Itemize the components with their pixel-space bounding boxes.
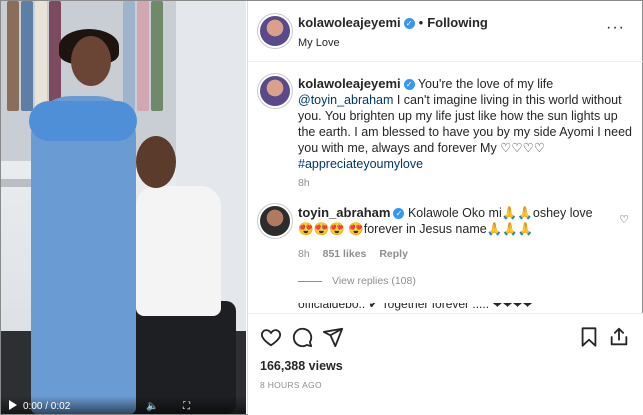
upload-share-icon[interactable] <box>608 326 630 348</box>
comment-reply-button[interactable]: Reply <box>379 248 408 260</box>
post-panel: kolawoleajeyemi ✓ • Following My Love ··· k… <box>247 1 643 415</box>
view-replies-label: View replies (108) <box>332 275 416 287</box>
hanging-cloth <box>21 1 33 111</box>
caption-hashtag[interactable]: #appreciateyoumylove <box>298 157 423 171</box>
volume-icon[interactable]: 🔈 <box>146 401 158 412</box>
comment-likes[interactable]: 851 likes <box>323 248 367 260</box>
comment-text: toyin_abraham ✓ Kolawole Oko mi🙏🙏oshey lo… <box>298 205 608 237</box>
instagram-post-window: 0:00 / 0:02 🔈 ⛶ kolawoleajeyemi ✓ • Followi… <box>0 0 643 415</box>
video-time: 0:00 / 0:02 <box>23 401 71 412</box>
caption-text: kolawoleajeyemi ✓ You're the love of my l… <box>298 76 633 172</box>
comment-age[interactable]: 8h <box>298 248 310 260</box>
view-count[interactable]: 166,388 views <box>260 359 343 373</box>
fullscreen-icon[interactable]: ⛶ <box>183 401 190 412</box>
dress-ruffle <box>29 101 137 141</box>
header-username[interactable]: kolawoleajeyemi <box>298 15 401 30</box>
like-heart-icon[interactable] <box>260 326 282 348</box>
avatar[interactable] <box>260 16 290 46</box>
post-actions: 166,388 views 8 HOURS AGO <box>248 313 643 415</box>
caption-username[interactable]: kolawoleajeyemi <box>298 76 401 91</box>
post-video[interactable]: 0:00 / 0:02 🔈 ⛶ <box>1 1 246 414</box>
hanging-cloth <box>35 1 47 111</box>
hanging-cloth <box>7 1 19 111</box>
verified-icon: ✓ <box>393 208 405 220</box>
posted-time: 8 HOURS AGO <box>260 380 322 390</box>
man-figure-shirt <box>136 186 221 316</box>
caption-mention[interactable]: @toyin_abraham <box>298 93 393 107</box>
header-user: kolawoleajeyemi ✓ • Following <box>298 15 488 30</box>
hanging-cloth <box>151 1 163 111</box>
comment-bubble-icon[interactable] <box>291 326 313 348</box>
view-replies-button[interactable]: View replies (108) <box>298 275 416 287</box>
hanging-cloth <box>137 1 149 111</box>
separator-dot: • <box>418 15 424 30</box>
caption-age[interactable]: 8h <box>298 177 310 189</box>
verified-icon: ✓ <box>403 79 415 91</box>
share-send-icon[interactable] <box>322 326 344 348</box>
post-header: kolawoleajeyemi ✓ • Following My Love ··· <box>248 1 643 62</box>
hanging-cloth <box>123 1 135 111</box>
video-controls: 0:00 / 0:02 🔈 ⛶ <box>1 396 246 414</box>
comment-like-icon[interactable]: ♡ <box>619 213 629 226</box>
comment-meta: 8h 851 likes Reply <box>298 248 418 260</box>
play-icon[interactable] <box>9 400 17 410</box>
caption-body-1: You're the love of my life <box>414 77 554 91</box>
partial-comment-text: officialdebo.. ✔ Together forever ..... … <box>298 303 533 311</box>
partial-comment: officialdebo.. ✔ Together forever ..... … <box>260 303 635 313</box>
following-button[interactable]: Following <box>427 15 488 30</box>
header-subtitle: My Love <box>298 37 340 49</box>
bookmark-icon[interactable] <box>578 326 600 348</box>
caption-avatar[interactable] <box>260 76 290 106</box>
comment-username[interactable]: toyin_abraham <box>298 205 390 220</box>
comment-avatar[interactable] <box>260 206 290 236</box>
woman-figure-dress <box>31 96 136 414</box>
man-figure-head <box>136 136 176 188</box>
view-replies-line <box>298 280 322 282</box>
more-horizontal-icon[interactable]: ··· <box>606 19 625 37</box>
verified-icon: ✓ <box>403 18 415 30</box>
woman-figure-head <box>71 36 111 86</box>
